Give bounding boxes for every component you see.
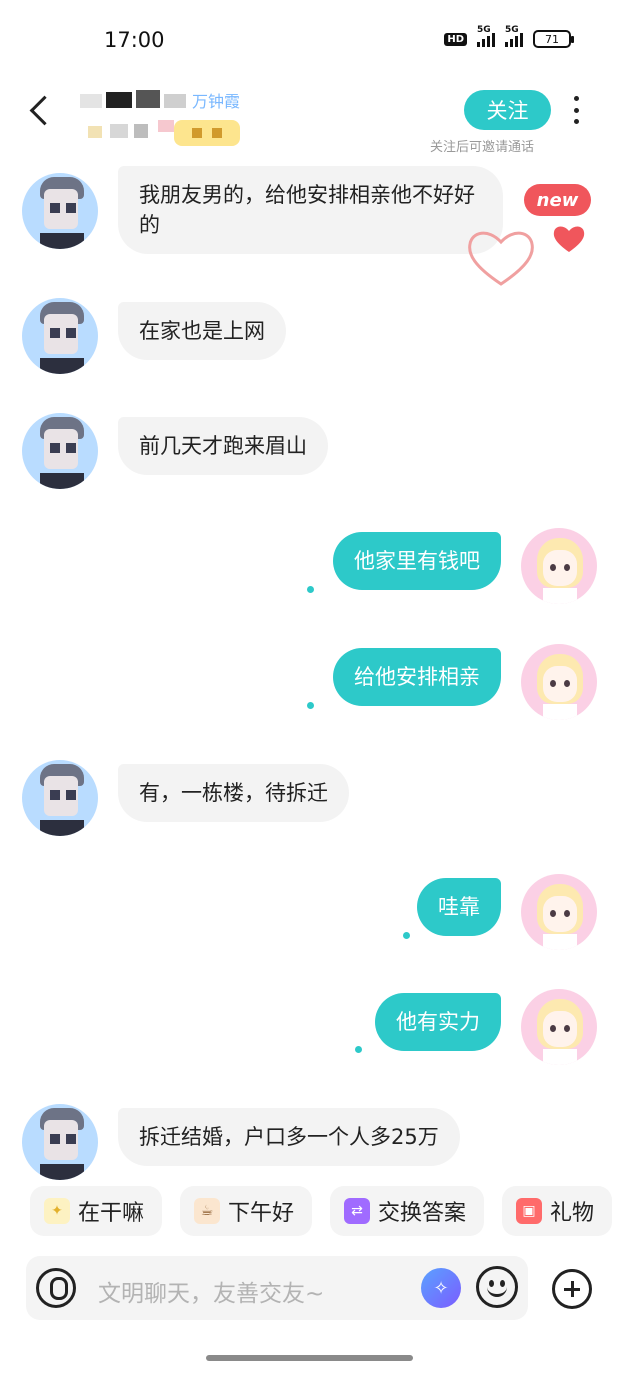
signal-icon: 5G <box>505 25 523 47</box>
hd-icon: HD <box>444 32 467 46</box>
heart-outline-icon[interactable] <box>464 226 538 290</box>
message-bubble-outgoing[interactable]: 他有实力 <box>375 993 501 1051</box>
my-avatar[interactable] <box>521 644 597 720</box>
quick-reply-label: 下午好 <box>228 1201 295 1226</box>
signal-icon: 5G <box>477 25 495 47</box>
swap-icon: ⇄ <box>344 1198 371 1224</box>
chat-header: 万钟霞 关注 关注后可邀请通话 <box>0 80 619 160</box>
status-time: 17:00 <box>104 28 165 52</box>
quick-reply-chip[interactable]: ☕ 下午好 <box>180 1186 313 1236</box>
quick-reply-chip[interactable]: ✦ 在干嘛 <box>30 1186 163 1236</box>
message-input[interactable]: 文明聊天，友善交友~ <box>98 1274 324 1308</box>
contact-avatar[interactable] <box>22 760 98 836</box>
quick-reply-chip[interactable]: ⇄ 交换答案 <box>330 1186 485 1236</box>
read-dot <box>307 586 314 593</box>
message-bubble-outgoing[interactable]: 他家里有钱吧 <box>333 532 501 590</box>
quick-reply-label: 交换答案 <box>378 1201 467 1226</box>
message-input-bar[interactable]: 文明聊天，友善交友~ ✧ <box>26 1256 528 1320</box>
quick-reply-label: 礼物 <box>550 1201 595 1226</box>
quick-reply-row: ✦ 在干嘛 ☕ 下午好 ⇄ 交换答案 ▣ 礼物 <box>30 1186 619 1236</box>
message-bubble-incoming[interactable]: 我朋友男的，给他安排相亲他不好好的 <box>118 166 503 254</box>
quick-reply-chip[interactable]: ▣ 礼物 <box>502 1186 613 1236</box>
contact-avatar[interactable] <box>22 1104 98 1180</box>
heart-icon[interactable] <box>552 224 586 254</box>
status-icons: HD 5G 5G 71 <box>444 25 574 48</box>
read-dot <box>355 1046 362 1053</box>
status-bar: 17:00 HD 5G 5G 71 <box>0 0 619 80</box>
message-bubble-outgoing[interactable]: 哇靠 <box>417 878 501 936</box>
plus-icon[interactable] <box>552 1269 592 1309</box>
home-indicator[interactable] <box>206 1355 413 1361</box>
follow-hint: 关注后可邀请通话 <box>430 140 535 155</box>
my-avatar[interactable] <box>521 989 597 1065</box>
sparkle-icon: ✦ <box>44 1198 70 1224</box>
my-avatar[interactable] <box>521 874 597 950</box>
contact-tags-mosaic <box>88 118 248 146</box>
message-bubble-incoming[interactable]: 有，一栋楼，待拆迁 <box>118 764 349 822</box>
contact-avatar[interactable] <box>22 413 98 489</box>
back-button[interactable] <box>26 94 58 126</box>
read-dot <box>403 932 410 939</box>
message-bubble-outgoing[interactable]: 给他安排相亲 <box>333 648 501 706</box>
contact-name-mosaic: 万钟霞 <box>80 88 250 112</box>
my-avatar[interactable] <box>521 528 597 604</box>
more-options-button[interactable] <box>568 94 584 126</box>
ai-assistant-icon[interactable]: ✧ <box>421 1268 461 1308</box>
contact-name-tail: 万钟霞 <box>192 92 241 111</box>
contact-avatar[interactable] <box>22 298 98 374</box>
battery-icon: 71 <box>533 30 574 48</box>
voice-icon[interactable] <box>36 1268 76 1308</box>
new-badge[interactable]: new <box>524 184 591 216</box>
gift-icon: ▣ <box>516 1198 543 1224</box>
read-dot <box>307 702 314 709</box>
quick-reply-label: 在干嘛 <box>78 1201 145 1226</box>
emoji-icon[interactable] <box>476 1266 518 1308</box>
message-bubble-incoming[interactable]: 在家也是上网 <box>118 302 286 360</box>
follow-button[interactable]: 关注 <box>464 90 551 130</box>
message-bubble-incoming[interactable]: 前几天才跑来眉山 <box>118 417 328 475</box>
coffee-icon: ☕ <box>194 1198 221 1224</box>
contact-avatar[interactable] <box>22 173 98 249</box>
message-bubble-incoming[interactable]: 拆迁结婚，户口多一个人多25万 <box>118 1108 460 1166</box>
